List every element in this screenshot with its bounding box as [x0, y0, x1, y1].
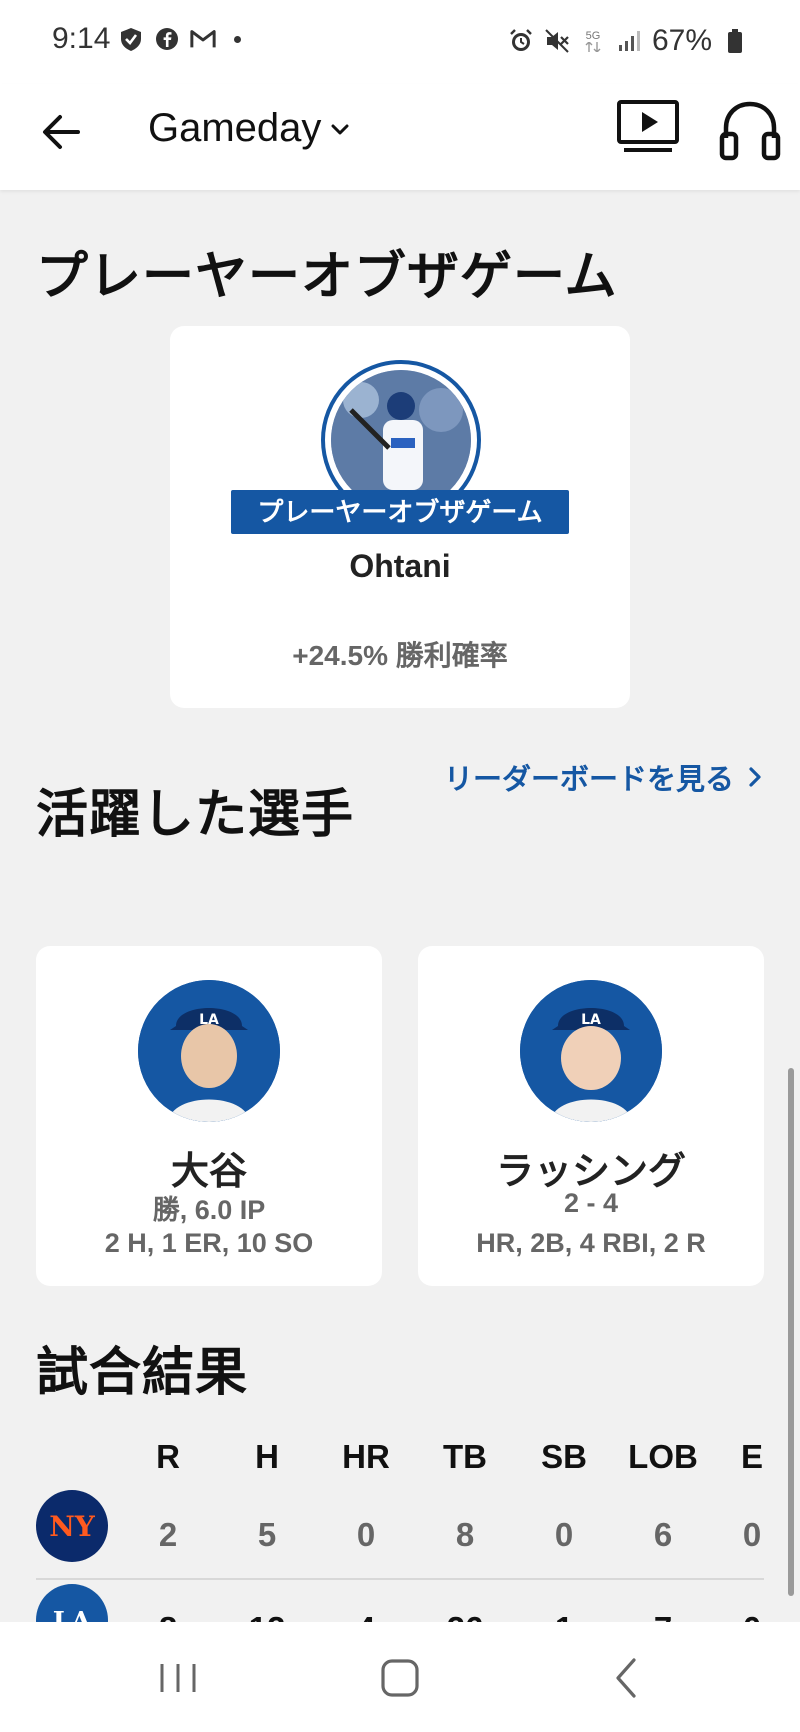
performer-stats-line2: HR, 2B, 4 RBI, 2 R	[476, 1228, 706, 1258]
performer-stats-line2: 2 H, 1 ER, 10 SO	[104, 1228, 314, 1258]
row-value: 0	[356, 1516, 376, 1553]
svg-text:NY: NY	[49, 1510, 96, 1543]
battery-icon	[722, 28, 748, 54]
alarm-icon	[508, 28, 534, 54]
scrollbar[interactable]	[788, 1068, 794, 1596]
column-header: SB	[541, 1438, 587, 1475]
player-of-game-badge: プレーヤーオブザゲーム	[231, 490, 569, 534]
mute-icon	[544, 28, 570, 54]
performer-name: ラッシング	[495, 1151, 686, 1193]
signal-icon	[616, 28, 642, 54]
batter-photo-icon	[331, 370, 471, 490]
row-value: 12	[227, 1610, 307, 1622]
app-header: Gameday	[0, 84, 800, 190]
status-time: 9:14	[52, 22, 111, 55]
column-header: HR	[342, 1438, 390, 1475]
player-of-game-heading: プレーヤーオブザゲーム	[36, 248, 618, 306]
row-value: 0	[712, 1610, 792, 1622]
row-divider	[36, 1578, 764, 1580]
row-value: 2	[158, 1516, 178, 1553]
row-value: 8	[128, 1610, 208, 1622]
row-value: 8	[455, 1516, 475, 1553]
row-value: 1	[524, 1610, 604, 1622]
headphones-icon[interactable]	[718, 98, 782, 162]
dodgers-logo-icon: LA	[36, 1584, 108, 1622]
column-header: LOB	[628, 1438, 698, 1475]
row-value: 26	[425, 1610, 505, 1622]
leaderboard-link-label: リーダーボードを見る	[443, 764, 734, 796]
mets-logo-icon: NY	[36, 1490, 108, 1562]
row-value: 4	[326, 1610, 406, 1622]
performer-stats-line1: 2 - 4	[563, 1188, 619, 1218]
player-of-game-card[interactable]: プレーヤーオブザゲーム Ohtani +24.5% 勝利確率	[170, 326, 630, 708]
content-area[interactable]: プレーヤーオブザゲーム プレーヤーオブザゲーム Ohtani +24.5% 勝利…	[0, 190, 800, 1622]
avatar	[321, 360, 481, 490]
table-row: LA 8 12 4 26 1 7 0	[0, 1584, 800, 1622]
column-header: R	[156, 1438, 180, 1475]
column-header: TB	[443, 1438, 487, 1475]
back-arrow-icon[interactable]	[38, 108, 86, 156]
box-score-header-row: R H HR TB SB LOB E	[0, 1438, 800, 1478]
row-value: 0	[554, 1516, 574, 1553]
performer-card-rushing[interactable]: LA ラッシング 2 - 4 HR, 2B, 4 RBI, 2 R	[418, 946, 764, 1286]
avatar: LA	[520, 980, 662, 1122]
facebook-icon	[154, 26, 180, 52]
nav-back-icon[interactable]	[596, 1650, 656, 1706]
notification-dot-icon	[234, 35, 241, 43]
box-score-heading: 試合結果	[36, 1344, 249, 1402]
column-header: E	[740, 1438, 763, 1475]
status-bar: 9:14 5G 67%	[0, 0, 800, 84]
video-play-icon[interactable]	[616, 96, 680, 160]
gmail-icon	[190, 26, 216, 52]
performer-name: 大谷	[170, 1151, 247, 1193]
svg-text:LA: LA	[581, 1012, 601, 1028]
network-5g-icon: 5G	[580, 28, 606, 54]
win-probability: +24.5% 勝利確率	[292, 640, 508, 671]
row-value: 7	[623, 1610, 703, 1622]
recent-apps-icon[interactable]	[148, 1650, 208, 1706]
column-header: H	[255, 1438, 279, 1475]
page-title: Gameday	[148, 106, 322, 150]
home-icon[interactable]	[370, 1650, 430, 1706]
performer-stats-line1: 勝, 6.0 IP	[152, 1195, 266, 1225]
row-value: 5	[257, 1516, 277, 1553]
svg-text:LA: LA	[53, 1607, 92, 1622]
system-nav-bar	[0, 1622, 800, 1732]
row-value: 0	[742, 1516, 762, 1553]
avatar: LA	[138, 980, 280, 1122]
title-dropdown[interactable]: Gameday	[148, 106, 351, 151]
shield-icon	[118, 26, 144, 52]
chevron-down-icon	[331, 124, 349, 134]
status-notification-icons	[118, 26, 241, 52]
chevron-right-icon	[749, 767, 761, 787]
battery-percent: 67%	[651, 24, 712, 57]
performer-card-ohtani[interactable]: LA 大谷 勝, 6.0 IP 2 H, 1 ER, 10 SO	[36, 946, 382, 1286]
leaderboard-link[interactable]: リーダーボードを見る	[444, 756, 764, 798]
top-performers-heading: 活躍した選手	[36, 786, 355, 844]
status-system-icons: 5G 67%	[508, 24, 748, 58]
player-name: Ohtani	[349, 548, 451, 584]
row-value: 6	[653, 1516, 673, 1553]
table-row: NY 2 5 0 8 0 6 0	[0, 1490, 800, 1564]
